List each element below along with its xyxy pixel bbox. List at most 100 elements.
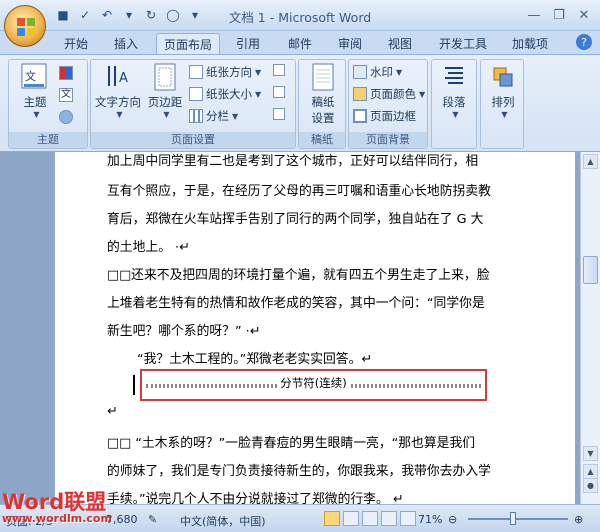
tab-view[interactable]: 视图 (380, 33, 420, 54)
zoom-slider[interactable] (468, 518, 568, 520)
group-label-draft-paper: 稿纸 (299, 132, 345, 148)
theme-fonts-button[interactable]: 文 (59, 88, 76, 102)
theme-button[interactable]: 文 主题 ▼ (15, 62, 55, 119)
chevron-down-icon: ▼ (33, 110, 40, 119)
group-draft-paper: 稿纸 设置 稿纸 (298, 59, 346, 149)
columns-button[interactable]: 分栏 ▼ (189, 108, 238, 124)
scroll-thumb[interactable] (583, 256, 598, 284)
text-line: □□ “土木系的呀？”一脸青春痘的男生眼睛一亮，“那也算是我们 (107, 436, 476, 451)
page-border-icon (353, 109, 367, 123)
text-cursor (133, 375, 135, 395)
theme-effects-icon (59, 110, 73, 124)
page-color-button[interactable]: 页面颜色 ▼ (353, 86, 425, 102)
chevron-down-icon: ▼ (116, 110, 123, 119)
group-page-background: 水印 ▼ 页面颜色 ▼ 页面边框 页面背景 (348, 59, 428, 149)
scroll-down-icon[interactable]: ▼ (583, 446, 598, 461)
theme-effects-button[interactable] (59, 110, 76, 124)
web-layout-icon[interactable] (362, 511, 378, 526)
watermark-button[interactable]: 水印 ▼ (353, 64, 402, 80)
paragraph-button[interactable]: 段落 ▼ (436, 62, 472, 119)
text-line: □□还来不及把四周的环境打量个遍，就有四五个男生走了上来，脸 (107, 268, 490, 283)
chevron-down-icon: ▼ (419, 89, 426, 99)
hyphenation-button[interactable] (273, 108, 288, 120)
outline-view-icon[interactable] (381, 511, 397, 526)
page-border-button[interactable]: 页面边框 (353, 108, 416, 124)
zoom-out-icon[interactable]: ⊖ (448, 513, 457, 526)
language-indicator[interactable]: 中文(简体，中国) (180, 513, 266, 529)
proofing-icon[interactable]: ✎ (148, 513, 157, 526)
watermark-brand: Word联盟 (2, 490, 107, 514)
document-page[interactable]: 加上周中同学里有二也是考到了这个城市，正好可以结伴同行，相 互有个照应，于是，在… (55, 152, 575, 504)
chevron-down-icon: ▼ (163, 110, 170, 119)
theme-colors-icon (59, 66, 73, 80)
theme-colors-button[interactable] (59, 66, 76, 80)
chevron-down-icon: ▼ (255, 89, 262, 99)
zoom-slider-thumb[interactable] (510, 512, 516, 525)
select-browse-object-icon[interactable]: ● (583, 478, 598, 493)
group-label-page-background: 页面背景 (349, 132, 427, 148)
orientation-button[interactable]: 纸张方向 ▼ (189, 64, 261, 80)
svg-text:A: A (119, 71, 128, 86)
breaks-button[interactable] (273, 64, 288, 76)
text-direction-button[interactable]: A 文字方向 ▼ (94, 62, 142, 119)
text-line: 育后，郑微在火车站挥手告别了同行的两个同学，独自站在了 G 大 (107, 212, 484, 227)
tab-review[interactable]: 审阅 (330, 33, 370, 54)
print-layout-icon[interactable] (324, 511, 340, 526)
page-color-icon (353, 87, 367, 101)
office-button[interactable] (4, 5, 46, 47)
text-line: 手续。”说完几个人不由分说就接过了郑微的行李。 ↵ (107, 492, 404, 504)
tab-addins[interactable]: 加载项 (504, 33, 556, 54)
group-arrange: 排列 ▼ (480, 59, 524, 149)
section-break-highlight[interactable]: 分节符(连续) (140, 369, 487, 401)
window-title: 文档 1 - Microsoft Word (228, 10, 372, 25)
tab-page-layout[interactable]: 页面布局 (156, 33, 220, 54)
vertical-scrollbar[interactable]: ▲ ▼ ▲ ● (580, 152, 600, 504)
svg-text:文: 文 (25, 69, 36, 83)
text-direction-icon: A (108, 66, 128, 86)
arrange-icon (493, 67, 513, 87)
theme-icon: 文 (21, 63, 47, 89)
tab-references[interactable]: 引用 (228, 33, 268, 54)
chevron-down-icon: ▼ (232, 111, 239, 121)
zoom-in-icon[interactable]: ⊕ (574, 513, 583, 526)
group-label-theme: 主题 (9, 132, 87, 148)
minimize-icon[interactable]: — (522, 6, 546, 24)
tab-insert[interactable]: 插入 (106, 33, 146, 54)
chevron-down-icon: ▼ (452, 110, 459, 119)
text-line: ↵ (107, 404, 118, 419)
office-logo-icon (17, 18, 35, 36)
document-area: 加上周中同学里有二也是考到了这个城市，正好可以结伴同行，相 互有个照应，于是，在… (0, 152, 580, 504)
tab-home[interactable]: 开始 (56, 33, 96, 54)
orientation-icon (189, 65, 203, 79)
text-line: “我？土木工程的。”郑微老老实实回答。↵ (137, 352, 373, 367)
line-numbers-button[interactable] (273, 86, 288, 98)
columns-icon (189, 109, 203, 123)
restore-icon[interactable]: ❐ (547, 6, 571, 24)
draft-paper-icon (312, 63, 334, 91)
chevron-down-icon: ▼ (255, 67, 262, 77)
title-bar: ■ ✓ ↶ ▾ ↻ ◯ ▾ 文档 1 - Microsoft Word — ❐ … (0, 0, 600, 31)
previous-page-icon[interactable]: ▲ (583, 464, 598, 479)
chevron-down-icon: ▼ (396, 67, 403, 77)
text-line: 上堆着老生特有的热情和故作老成的笑容，其中一个问：“同学你是 (107, 296, 485, 311)
scroll-up-icon[interactable]: ▲ (583, 154, 598, 169)
full-screen-reading-icon[interactable] (343, 511, 359, 526)
draft-view-icon[interactable] (400, 511, 416, 526)
size-button[interactable]: 纸张大小 ▼ (189, 86, 261, 102)
close-icon[interactable]: ✕ (572, 6, 596, 24)
watermark-url: www.wordlm.com (2, 512, 112, 525)
draft-settings-button[interactable]: 稿纸 设置 (303, 62, 343, 126)
chevron-down-icon: ▼ (501, 110, 508, 119)
arrange-button[interactable]: 排列 ▼ (485, 62, 521, 119)
line-numbers-icon (273, 86, 285, 98)
margins-button[interactable]: 页边距 ▼ (145, 62, 185, 119)
ribbon: 文 主题 ▼ 文 主题 A 文字方向 ▼ 页边距 ▼ 纸张方向 ▼ 纸张大小 ▼ 分… (0, 54, 600, 152)
text-line: 互有个照应，于是，在经历了父母的再三叮嘱和语重心长地防拐卖教 (107, 184, 491, 199)
window-controls: — ❐ ✕ (522, 6, 596, 24)
zoom-level[interactable]: 71% (418, 513, 442, 526)
tab-developer[interactable]: 开发工具 (432, 33, 494, 54)
paragraph-icon (445, 67, 463, 84)
watermark-icon (353, 65, 367, 79)
help-icon[interactable]: ? (576, 34, 592, 50)
tab-mailings[interactable]: 邮件 (280, 33, 320, 54)
